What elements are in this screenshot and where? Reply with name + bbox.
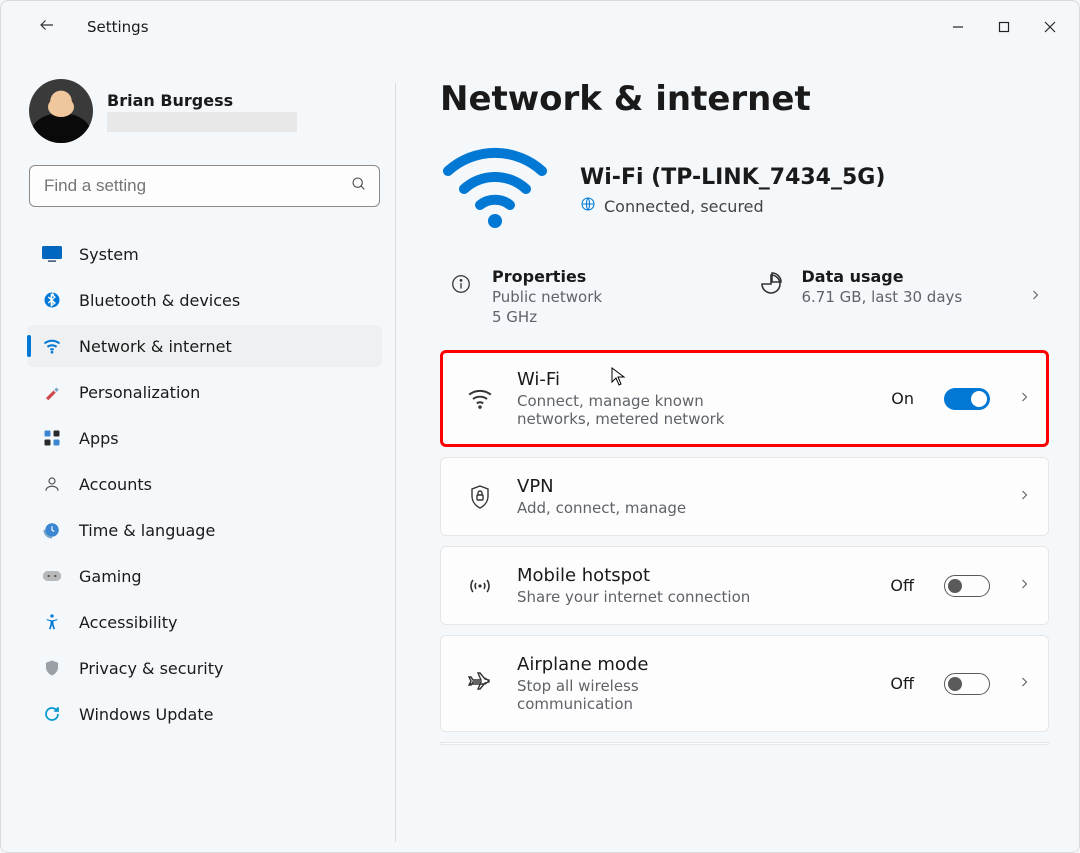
sidebar-item-label: Network & internet	[79, 337, 232, 356]
hotspot-icon	[465, 575, 495, 597]
setting-sub: Connect, manage known networks, metered …	[517, 392, 777, 428]
time-icon	[41, 519, 63, 541]
user-profile[interactable]: Brian Burgess	[25, 79, 384, 143]
globe-icon	[580, 196, 596, 216]
minimize-button[interactable]	[935, 11, 981, 43]
data-usage-title: Data usage	[802, 267, 1012, 286]
toggle-state-label: On	[891, 389, 914, 408]
sidebar-item-privacy[interactable]: Privacy & security	[27, 647, 382, 689]
titlebar: Settings	[1, 1, 1079, 53]
window-title: Settings	[87, 18, 149, 36]
accessibility-icon	[41, 611, 63, 633]
wifi-toggle[interactable]	[944, 388, 990, 410]
data-usage-card[interactable]: Data usage 6.71 GB, last 30 days	[750, 261, 1050, 332]
back-button[interactable]	[33, 15, 61, 39]
data-usage-line1: 6.71 GB, last 30 days	[802, 288, 1012, 306]
sidebar-nav: System Bluetooth & devices Network & int…	[25, 233, 384, 735]
sidebar-item-label: Bluetooth & devices	[79, 291, 240, 310]
toggle-state-label: Off	[890, 674, 914, 693]
sidebar-item-system[interactable]: System	[27, 233, 382, 275]
setting-hotspot[interactable]: Mobile hotspot Share your internet conne…	[440, 546, 1049, 625]
properties-line2: 5 GHz	[492, 308, 602, 326]
properties-title: Properties	[492, 267, 602, 286]
sidebar-item-label: Gaming	[79, 567, 142, 586]
avatar	[29, 79, 93, 143]
wifi-icon	[465, 388, 495, 410]
sidebar-item-update[interactable]: Windows Update	[27, 693, 382, 735]
sidebar-item-label: Accounts	[79, 475, 152, 494]
vpn-icon	[465, 484, 495, 510]
system-icon	[41, 243, 63, 265]
wifi-icon	[41, 335, 63, 357]
chevron-right-icon	[1018, 388, 1030, 409]
sidebar-item-label: Time & language	[79, 521, 215, 540]
chevron-right-icon	[1029, 286, 1041, 307]
content-area: Network & internet Wi-Fi (TP-LINK_7434_5…	[396, 53, 1079, 852]
chevron-right-icon	[1018, 486, 1030, 507]
properties-line1: Public network	[492, 288, 602, 306]
wifi-large-icon	[440, 143, 550, 237]
user-subtitle-redacted	[107, 112, 297, 132]
connection-title: Wi-Fi (TP-LINK_7434_5G)	[580, 165, 885, 190]
setting-title: Wi-Fi	[517, 369, 869, 390]
sidebar-item-personalization[interactable]: Personalization	[27, 371, 382, 413]
sidebar-item-time[interactable]: Time & language	[27, 509, 382, 551]
close-button[interactable]	[1027, 11, 1073, 43]
sidebar-item-label: System	[79, 245, 139, 264]
sidebar: Brian Burgess System Bluetooth & devices…	[1, 53, 396, 852]
setting-sub: Add, connect, manage	[517, 499, 990, 517]
sidebar-item-gaming[interactable]: Gaming	[27, 555, 382, 597]
sidebar-item-accessibility[interactable]: Accessibility	[27, 601, 382, 643]
setting-more-peek[interactable]	[440, 742, 1049, 745]
sidebar-item-bluetooth[interactable]: Bluetooth & devices	[27, 279, 382, 321]
search-input[interactable]	[42, 175, 351, 197]
personalize-icon	[41, 381, 63, 403]
bluetooth-icon	[41, 289, 63, 311]
connection-subtitle: Connected, secured	[604, 197, 764, 216]
setting-sub: Stop all wireless communication	[517, 677, 717, 713]
page-title: Network & internet	[440, 79, 1049, 119]
info-icon	[448, 271, 474, 297]
gaming-icon	[41, 565, 63, 587]
privacy-icon	[41, 657, 63, 679]
setting-title: Airplane mode	[517, 654, 868, 675]
setting-airplane[interactable]: Airplane mode Stop all wireless communic…	[440, 635, 1049, 732]
toggle-state-label: Off	[890, 576, 914, 595]
network-status: Wi-Fi (TP-LINK_7434_5G) Connected, secur…	[440, 143, 1049, 237]
sidebar-item-label: Windows Update	[79, 705, 213, 724]
search-icon	[351, 176, 367, 196]
chevron-right-icon	[1018, 575, 1030, 596]
apps-icon	[41, 427, 63, 449]
accounts-icon	[41, 473, 63, 495]
sidebar-item-accounts[interactable]: Accounts	[27, 463, 382, 505]
setting-sub: Share your internet connection	[517, 588, 868, 606]
sidebar-item-label: Personalization	[79, 383, 200, 402]
sidebar-item-label: Accessibility	[79, 613, 177, 632]
setting-title: VPN	[517, 476, 990, 497]
sidebar-item-label: Apps	[79, 429, 119, 448]
setting-title: Mobile hotspot	[517, 565, 868, 586]
sidebar-item-network[interactable]: Network & internet	[27, 325, 382, 367]
hotspot-toggle[interactable]	[944, 575, 990, 597]
sidebar-item-label: Privacy & security	[79, 659, 223, 678]
setting-wifi[interactable]: Wi-Fi Connect, manage known networks, me…	[440, 350, 1049, 447]
setting-vpn[interactable]: VPN Add, connect, manage	[440, 457, 1049, 536]
airplane-icon	[465, 672, 495, 696]
maximize-button[interactable]	[981, 11, 1027, 43]
sidebar-divider	[395, 83, 396, 842]
update-icon	[41, 703, 63, 725]
chevron-right-icon	[1018, 673, 1030, 694]
user-name: Brian Burgess	[107, 91, 297, 110]
search-box[interactable]	[29, 165, 380, 207]
data-usage-icon	[758, 271, 784, 297]
sidebar-item-apps[interactable]: Apps	[27, 417, 382, 459]
airplane-toggle[interactable]	[944, 673, 990, 695]
properties-card[interactable]: Properties Public network 5 GHz	[440, 261, 740, 332]
